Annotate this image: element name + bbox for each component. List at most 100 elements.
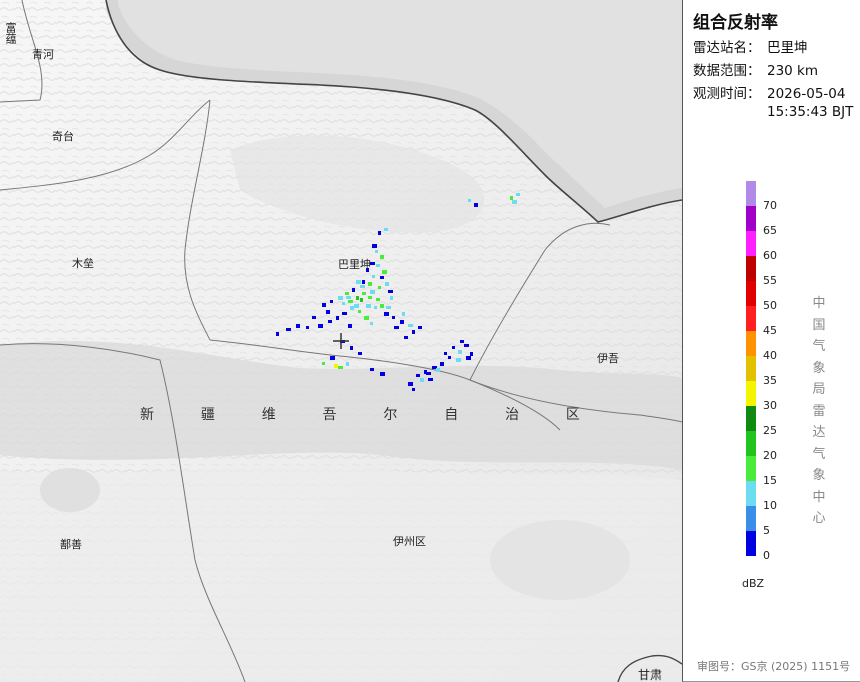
map-canvas — [0, 0, 682, 682]
echo-pixel — [312, 316, 316, 319]
echo-pixel — [276, 332, 279, 336]
echo-pixel — [400, 320, 404, 324]
echo-pixel — [354, 304, 359, 308]
region-char: 区 — [565, 407, 580, 423]
source-credit: 中 国 气 象 局 雷 达 气 象 中 心 — [812, 296, 826, 526]
time-key: 观测时间： — [693, 86, 761, 102]
legend-swatch — [746, 381, 756, 406]
echo-pixel — [418, 326, 422, 329]
legend-label: 55 — [763, 274, 777, 287]
echo-pixel — [322, 362, 325, 365]
echo-pixel — [370, 368, 374, 371]
place-qinghe: 青河 — [32, 48, 54, 61]
echo-pixel — [376, 298, 380, 301]
legend-swatch — [746, 256, 756, 281]
echo-pixel — [360, 298, 363, 302]
echo-pixel — [378, 231, 381, 235]
echo-pixel — [468, 199, 471, 202]
echo-pixel — [408, 324, 413, 327]
echo-pixel — [512, 200, 517, 204]
echo-pixel — [286, 328, 291, 331]
echo-pixel — [460, 340, 464, 343]
echo-pixel — [380, 304, 384, 308]
echo-pixel — [330, 356, 335, 360]
color-legend — [746, 181, 756, 556]
legend-swatch — [746, 331, 756, 356]
legend-swatch — [746, 206, 756, 231]
legend-unit: dBZ — [742, 577, 765, 590]
echo-pixel — [318, 324, 323, 328]
echo-pixel — [380, 372, 385, 376]
echo-pixel — [382, 270, 387, 274]
legend-swatch — [746, 231, 756, 256]
echo-pixel — [338, 296, 343, 300]
echo-pixel — [370, 322, 373, 325]
echo-pixel — [416, 374, 420, 377]
region-char: 治 — [505, 407, 520, 423]
echo-pixel — [428, 378, 433, 381]
time-clock: 15:35:43 BJT — [767, 104, 854, 120]
region-char: 吾 — [322, 407, 337, 423]
echo-pixel — [394, 326, 399, 329]
place-gansu: 甘肃 — [638, 668, 663, 682]
legend-swatch — [746, 406, 756, 431]
echo-pixel — [402, 312, 405, 316]
echo-pixel — [404, 336, 408, 339]
echo-pixel — [358, 310, 361, 313]
legend-label: 5 — [763, 524, 770, 537]
place-mulei: 木垒 — [72, 257, 94, 270]
station-key: 雷达站名： — [693, 40, 761, 56]
echo-pixel — [388, 290, 393, 293]
echo-pixel — [356, 296, 359, 300]
echo-pixel — [390, 296, 393, 300]
echo-pixel — [326, 310, 330, 314]
legend-swatch — [746, 356, 756, 381]
echo-pixel — [368, 296, 372, 299]
legend-label: 50 — [763, 299, 777, 312]
echo-pixel — [360, 285, 365, 288]
legend-label: 70 — [763, 199, 777, 212]
legend-label: 30 — [763, 399, 777, 412]
range-row: 数据范围： 230 km — [693, 63, 818, 80]
legend-label: 45 — [763, 324, 777, 337]
echo-pixel — [364, 316, 369, 320]
echo-pixel — [356, 280, 361, 284]
echo-pixel — [346, 296, 351, 299]
echo-pixel — [330, 300, 333, 303]
echo-pixel — [375, 250, 378, 253]
legend-label: 10 — [763, 499, 777, 512]
place-shanshan: 鄯善 — [60, 538, 82, 551]
echo-pixel — [366, 304, 371, 308]
echo-pixel — [458, 350, 462, 354]
echo-pixel — [362, 292, 366, 295]
echo-pixel — [296, 324, 300, 328]
place-yizhou: 伊州区 — [393, 535, 426, 548]
echo-pixel — [444, 352, 447, 355]
echo-pixel — [345, 292, 349, 295]
echo-pixel — [392, 316, 395, 319]
radar-map[interactable]: 富蕴 青河 奇台 木垒 巴里坤 伊吾 鄯善 伊州区 甘肃 新 疆 维 吾 尔 自… — [0, 0, 682, 682]
product-title: 组合反射率 — [693, 13, 778, 33]
echo-pixel — [380, 276, 384, 279]
echo-pixel — [338, 366, 343, 369]
echo-pixel — [358, 352, 362, 355]
echo-pixel — [362, 280, 365, 284]
echo-pixel — [322, 303, 326, 307]
echo-pixel — [386, 306, 391, 309]
echo-pixel — [342, 312, 347, 315]
echo-pixel — [348, 324, 352, 328]
echo-pixel — [380, 255, 384, 259]
echo-pixel — [352, 288, 355, 292]
echo-pixel — [516, 193, 520, 196]
echo-pixel — [420, 378, 424, 382]
echo-pixel — [350, 306, 354, 310]
legend-swatch — [746, 531, 756, 556]
echo-pixel — [350, 346, 353, 350]
legend-swatch — [746, 481, 756, 506]
region-char: 尔 — [383, 407, 398, 423]
legend-label: 60 — [763, 249, 777, 262]
echo-pixel — [385, 282, 389, 286]
echo-pixel — [348, 300, 353, 303]
place-yiwu: 伊吾 — [597, 352, 619, 365]
echo-pixel — [334, 364, 338, 368]
